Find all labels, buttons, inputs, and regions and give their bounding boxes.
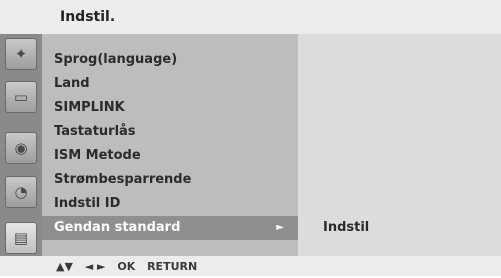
menu-panel: ✦ ▭ ◉ ◔ ▤ Sprog(language) Land SIMPLINK … — [0, 34, 501, 256]
ok-hint: OK — [117, 260, 136, 273]
menu-item-factory-reset[interactable]: Gendan standard ► — [42, 216, 298, 240]
return-hint: RETURN — [147, 260, 198, 273]
setup-menu-list: Sprog(language) Land SIMPLINK Tastaturlå… — [42, 34, 298, 256]
monitor-icon[interactable]: ▭ — [5, 81, 37, 113]
category-icon-bar: ✦ ▭ ◉ ◔ ▤ — [0, 34, 42, 256]
satellite-dish-icon[interactable]: ✦ — [5, 38, 37, 70]
speaker-icon[interactable]: ◉ — [5, 132, 37, 164]
menu-title-bar: Indstil. — [0, 0, 501, 34]
menu-item-ism-method[interactable]: ISM Metode — [42, 144, 298, 168]
right-arrow-icon: ► — [276, 222, 284, 233]
menu-item-country[interactable]: Land — [42, 72, 298, 96]
setup-icon[interactable]: ▤ — [5, 222, 37, 254]
menu-item-set-id[interactable]: Indstil ID — [42, 192, 298, 216]
left-right-arrows-icon: ◄ ► — [84, 260, 106, 273]
menu-title: Indstil. — [60, 9, 116, 25]
submenu-panel: Indstil — [298, 34, 501, 256]
clock-icon[interactable]: ◔ — [5, 176, 37, 208]
navigation-hint-bar: ▲▼ ◄ ► OK RETURN — [0, 256, 501, 276]
up-down-arrows-icon: ▲▼ — [56, 260, 73, 273]
menu-item-power-saving[interactable]: Strømbesparrende — [42, 168, 298, 192]
menu-item-language[interactable]: Sprog(language) — [42, 48, 298, 72]
submenu-item-set[interactable]: Indstil — [323, 216, 369, 240]
menu-item-simplink[interactable]: SIMPLINK — [42, 96, 298, 120]
menu-item-key-lock[interactable]: Tastaturlås — [42, 120, 298, 144]
